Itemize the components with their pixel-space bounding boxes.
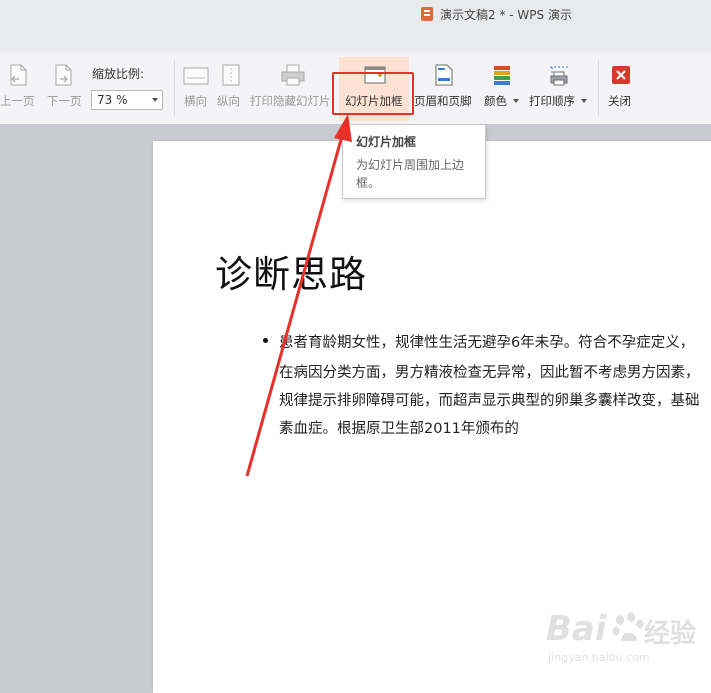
print-hidden-slides-button[interactable]: 打印隐藏幻灯片 [250,52,336,124]
next-page-button[interactable]: 下一页 [44,52,88,124]
annotation-highlight-box [332,72,414,115]
chevron-down-icon [513,99,519,103]
next-page-label: 下一页 [47,94,82,108]
window-title-group: 演示文稿2 * - WPS 演示 [421,5,572,23]
prev-page-label: 上一页 [0,94,35,108]
header-footer-label: 页眉和页脚 [414,94,472,108]
chevron-down-icon [581,99,587,103]
chevron-down-icon [152,98,158,102]
next-page-icon [55,64,72,86]
watermark-brand: Bai [546,609,607,649]
print-order-label: 打印顺序 [529,94,575,108]
print-order-dropdown-button[interactable]: 打印顺序 [527,52,589,124]
slide-text-line: 规律提示排卵障碍可能，而超声显示典型的卵巢多囊样改变，基础 [279,393,700,409]
slide-preview: 诊断思路 患者育龄期女性，规律性生活无避孕6年未孕。符合不孕症定义， 在病因分类… [153,141,711,693]
portrait-button[interactable]: 纵向 [214,52,246,124]
zoom-label: 缩放比例: [92,67,145,81]
slide-text-line: 素血症。根据原卫生部2011年颁布的 [279,421,519,437]
window-title: 演示文稿2 * - WPS 演示 [440,7,572,22]
portrait-label: 纵向 [217,94,240,108]
watermark-url: jingyan.baidu.com [548,651,650,664]
ribbon-separator [598,60,599,116]
baidu-paw-icon [612,612,644,641]
tooltip-description: 为幻灯片周围加上边框。 [356,158,465,190]
prev-page-button[interactable]: 上一页 [0,52,40,124]
slide-text-line: 在病因分类方面，男方精液检查无异常，因此暂不考虑男方因素， [279,365,700,381]
landscape-label: 横向 [184,94,207,108]
landscape-button[interactable]: 横向 [180,52,212,124]
tooltip-title: 幻灯片加框 [356,135,417,149]
title-bar: 演示文稿2 * - WPS 演示 [0,0,711,52]
color-label: 颜色 [484,94,507,108]
slide-title: 诊断思路 [215,253,367,296]
header-footer-button[interactable]: 页眉和页脚 [413,52,477,124]
prev-page-icon [10,64,27,86]
print-order-icon [550,66,568,86]
wps-presentation-icon [421,7,433,21]
baidu-jingyan-watermark: Bai 经验 jingyan.baidu.com [540,603,710,688]
bullet-point [263,338,268,343]
print-hidden-slides-label: 打印隐藏幻灯片 [250,94,331,108]
color-dropdown-button[interactable]: 颜色 [482,52,522,124]
zoom-value: 73 % [97,93,128,107]
printer-icon [281,64,305,86]
close-icon [612,66,630,84]
slide-frame-tooltip: 幻灯片加框 为幻灯片周围加上边框。 [342,124,486,199]
close-label: 关闭 [608,94,631,108]
watermark-jingyan: 经验 [644,619,697,649]
landscape-page-icon [183,67,209,85]
portrait-page-icon [222,64,240,86]
ribbon-separator [174,60,175,116]
header-footer-icon [435,64,453,86]
color-palette-icon [494,66,510,85]
slide-text-line: 患者育龄期女性，规律性生活无避孕6年未孕。符合不孕症定义， [279,335,695,351]
zoom-select[interactable]: 73 % [91,90,163,110]
close-preview-button[interactable]: 关闭 [604,52,638,124]
